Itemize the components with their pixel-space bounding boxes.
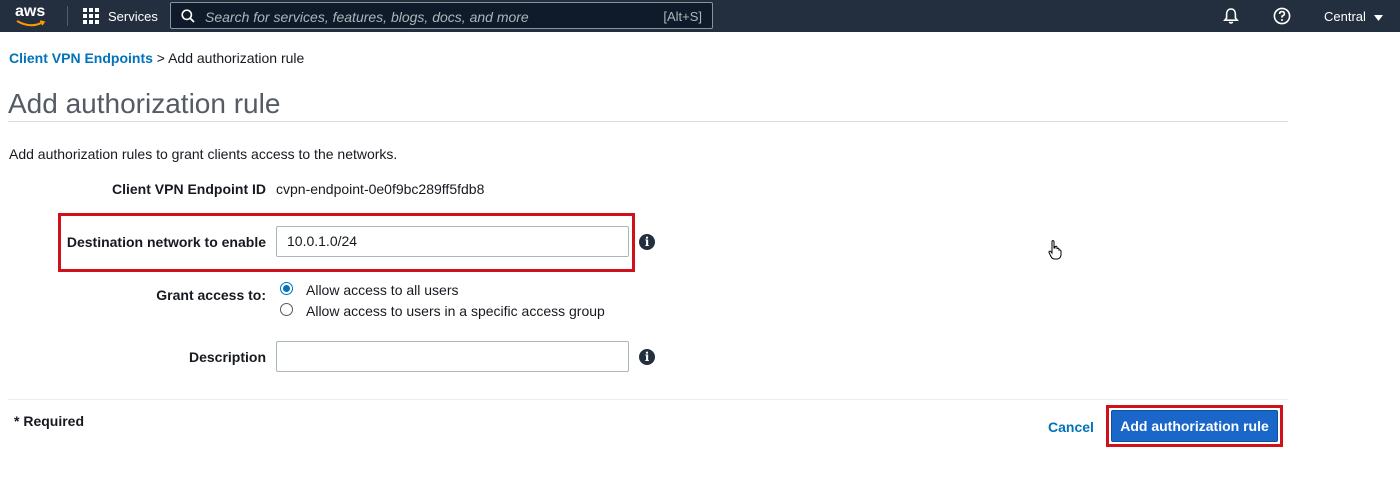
description-input[interactable]: [276, 341, 629, 372]
endpoint-id-label: Client VPN Endpoint ID: [112, 181, 266, 197]
aws-logo-text: aws: [15, 3, 46, 20]
search-shortcut-hint: [Alt+S]: [663, 9, 702, 24]
description-label: Description: [188, 349, 266, 365]
radio-allow-specific-group[interactable]: [280, 303, 293, 316]
destination-network-input[interactable]: 10.0.1.0/24: [276, 226, 629, 257]
aws-smile-icon: [16, 20, 46, 27]
services-menu-button[interactable]: Services: [108, 9, 158, 24]
breadcrumb-client-vpn-endpoints-link[interactable]: Client VPN Endpoints: [9, 50, 153, 66]
info-icon[interactable]: i: [639, 234, 655, 250]
help-icon[interactable]: [1273, 7, 1291, 25]
hand-pointer-icon: [1048, 240, 1062, 260]
grid-icon[interactable]: [83, 8, 99, 24]
nav-divider: [67, 6, 68, 26]
search-input[interactable]: Search for services, features, blogs, do…: [170, 2, 713, 29]
search-icon: [181, 9, 195, 23]
region-label: Central: [1324, 9, 1366, 24]
destination-network-label: Destination network to enable: [66, 234, 266, 250]
caret-down-icon: [1373, 14, 1383, 21]
region-selector[interactable]: Central: [1324, 9, 1383, 24]
page-title: Add authorization rule: [8, 88, 281, 119]
breadcrumb: Client VPN Endpoints > Add authorization…: [9, 50, 304, 66]
aws-logo[interactable]: aws: [13, 3, 53, 29]
breadcrumb-separator: >: [156, 50, 165, 66]
top-navigation-bar: aws Services Search for services, featur…: [0, 0, 1400, 32]
radio-allow-all-users[interactable]: [280, 282, 293, 295]
required-note: * Required: [14, 413, 85, 429]
info-icon[interactable]: i: [639, 349, 655, 365]
cancel-button[interactable]: Cancel: [1048, 419, 1094, 435]
breadcrumb-current: Add authorization rule: [168, 50, 305, 66]
grant-access-label: Grant access to:: [156, 287, 266, 303]
search-placeholder: Search for services, features, blogs, do…: [205, 9, 529, 25]
endpoint-id-value: cvpn-endpoint-0e0f9bc289ff5fdb8: [276, 181, 485, 197]
page-intro-text: Add authorization rules to grant clients…: [9, 146, 398, 162]
bell-icon[interactable]: [1222, 7, 1240, 25]
footer-divider: [8, 399, 1288, 400]
radio-allow-all-users-label[interactable]: Allow access to all users: [306, 282, 459, 298]
radio-allow-specific-group-label[interactable]: Allow access to users in a specific acce…: [306, 303, 605, 319]
title-divider: [8, 121, 1288, 122]
add-authorization-rule-button[interactable]: Add authorization rule: [1111, 410, 1278, 442]
